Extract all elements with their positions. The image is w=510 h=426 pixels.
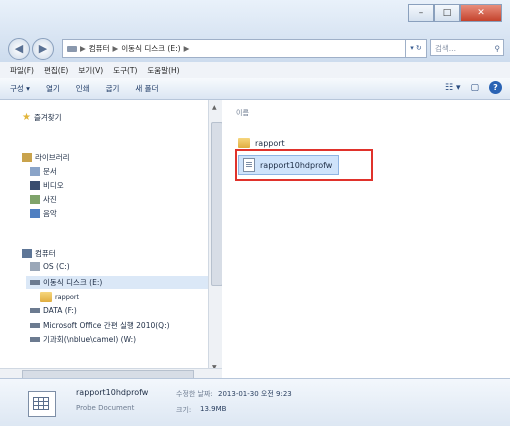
- probe-document-icon: [28, 391, 56, 417]
- maximize-button[interactable]: □: [434, 4, 460, 22]
- file-list-pane: 이름 rapport rapport10hdprofw: [222, 100, 510, 378]
- new-folder-button[interactable]: 새 폴더: [135, 83, 158, 94]
- computer-icon: [22, 249, 32, 258]
- close-button[interactable]: ✕: [460, 4, 502, 22]
- nav-drive-w[interactable]: 기과회(\nblue\camel) (W:): [30, 334, 136, 345]
- print-button[interactable]: 인쇄: [76, 83, 90, 94]
- view-controls: ☷ ▾ ▢ ?: [445, 81, 502, 94]
- menu-bar: 파일(F) 편집(E) 보기(V) 도구(T) 도움말(H): [0, 62, 510, 78]
- nav-drive-f[interactable]: DATA (F:): [30, 306, 77, 315]
- nav-item-pictures[interactable]: 사진: [30, 194, 57, 205]
- breadcrumb-computer[interactable]: 컴퓨터: [89, 43, 110, 54]
- nav-drive-label: 기과회(\nblue\camel) (W:): [43, 335, 137, 344]
- star-icon: ★: [22, 112, 31, 123]
- drive-icon: [30, 262, 40, 271]
- organize-button[interactable]: 구성 ▾: [10, 83, 30, 94]
- folder-icon: [238, 138, 250, 148]
- nav-item-videos[interactable]: 비디오: [30, 180, 64, 191]
- menu-tools[interactable]: 도구(T): [113, 65, 137, 76]
- nav-drive-label: OS (C:): [43, 262, 70, 271]
- minimize-button[interactable]: –: [408, 4, 434, 22]
- menu-file[interactable]: 파일(F): [10, 65, 34, 76]
- nav-item-label: 비디오: [43, 181, 64, 190]
- search-input[interactable]: 검색... ⚲: [430, 39, 504, 56]
- forward-button[interactable]: ▶: [32, 38, 54, 60]
- breadcrumb-separator: ▶: [112, 44, 119, 53]
- highlight-box: [235, 149, 373, 181]
- nav-folder-label: rapport: [55, 293, 80, 301]
- removable-drive-icon: [30, 280, 40, 285]
- open-button[interactable]: 열기: [46, 83, 60, 94]
- details-modified-label: 수정한 날짜:: [176, 390, 213, 398]
- details-pane: rapport10hdprofw Probe Document 수정한 날짜: …: [0, 378, 510, 426]
- menu-help[interactable]: 도움말(H): [147, 65, 179, 76]
- address-bar[interactable]: ▶ 컴퓨터 ▶ 이동식 디스크 (E:) ▶: [62, 39, 406, 58]
- file-name: rapport: [255, 138, 285, 148]
- folder-icon: [40, 292, 52, 302]
- file-item-rapport[interactable]: rapport: [238, 138, 285, 148]
- nav-vertical-scrollbar[interactable]: ▲ ▼: [208, 100, 223, 378]
- nav-drive-label: 이동식 디스크 (E:): [43, 278, 103, 287]
- menu-edit[interactable]: 편집(E): [44, 65, 68, 76]
- nav-drive-label: DATA (F:): [43, 306, 77, 315]
- nav-folder-rapport[interactable]: rapport: [40, 292, 79, 302]
- change-view-button[interactable]: ☷ ▾: [445, 83, 460, 93]
- network-drive-icon: [30, 337, 40, 342]
- nav-item-label: 문서: [43, 167, 57, 176]
- drive-icon: [67, 45, 77, 52]
- details-size-value: 13.9MB: [200, 405, 227, 413]
- help-icon[interactable]: ?: [489, 81, 502, 94]
- breadcrumb-separator: ▶: [183, 44, 190, 53]
- nav-drive-q[interactable]: Microsoft Office 간편 실행 2010(Q:): [30, 320, 170, 331]
- explorer-window: – □ ✕ ◀ ▶ ▶ 컴퓨터 ▶ 이동식 디스크 (E:) ▶ ▾ ↻ 검색.…: [0, 0, 510, 426]
- details-size-label: 크기:: [176, 406, 192, 414]
- details-file-type: Probe Document: [76, 404, 135, 412]
- burn-button[interactable]: 굽기: [106, 83, 120, 94]
- nav-computer-label: 컴퓨터: [35, 249, 56, 258]
- navigation-pane: ★ 즐겨찾기 라이브러리 문서 비디오 사진 음악 컴퓨터 OS (C:) 이동…: [0, 100, 208, 378]
- preview-pane-button[interactable]: ▢: [470, 83, 479, 93]
- details-modified-value: 2013-01-30 오전 9:23: [218, 390, 292, 398]
- menu-view[interactable]: 보기(V): [78, 65, 103, 76]
- command-bar: 구성 ▾ 열기 인쇄 굽기 새 폴더: [0, 78, 510, 100]
- search-placeholder: 검색...: [435, 44, 456, 53]
- title-bar: – □ ✕ ◀ ▶ ▶ 컴퓨터 ▶ 이동식 디스크 (E:) ▶ ▾ ↻ 검색.…: [0, 0, 510, 62]
- back-button[interactable]: ◀: [8, 38, 30, 60]
- nav-libraries-label: 라이브러리: [35, 153, 70, 162]
- documents-icon: [30, 167, 40, 176]
- pictures-icon: [30, 195, 40, 204]
- nav-drive-label: Microsoft Office 간편 실행 2010(Q:): [43, 321, 170, 330]
- nav-item-music[interactable]: 음악: [30, 208, 57, 219]
- nav-libraries[interactable]: 라이브러리: [22, 152, 70, 163]
- nav-item-documents[interactable]: 문서: [30, 166, 57, 177]
- details-file-name: rapport10hdprofw: [76, 388, 149, 397]
- column-header-name[interactable]: 이름: [236, 108, 249, 118]
- drive-icon: [30, 308, 40, 313]
- nav-drive-e[interactable]: 이동식 디스크 (E:): [26, 276, 208, 289]
- nav-favorites-label: 즐겨찾기: [33, 113, 62, 122]
- music-icon: [30, 209, 40, 218]
- breadcrumb-removable-disk[interactable]: 이동식 디스크 (E:): [121, 43, 180, 54]
- nav-favorites[interactable]: ★ 즐겨찾기: [22, 112, 62, 123]
- video-icon: [30, 181, 40, 190]
- drive-icon: [30, 323, 40, 328]
- nav-drive-c[interactable]: OS (C:): [30, 262, 70, 271]
- window-controls: – □ ✕: [408, 4, 502, 22]
- breadcrumb-separator: ▶: [80, 44, 86, 53]
- nav-item-label: 음악: [43, 209, 57, 218]
- scroll-up-icon[interactable]: ▲: [212, 104, 217, 111]
- address-dropdown-refresh[interactable]: ▾ ↻: [405, 39, 427, 58]
- library-icon: [22, 153, 32, 162]
- search-icon[interactable]: ⚲: [495, 40, 501, 57]
- nav-computer[interactable]: 컴퓨터: [22, 248, 56, 259]
- nav-item-label: 사진: [43, 195, 57, 204]
